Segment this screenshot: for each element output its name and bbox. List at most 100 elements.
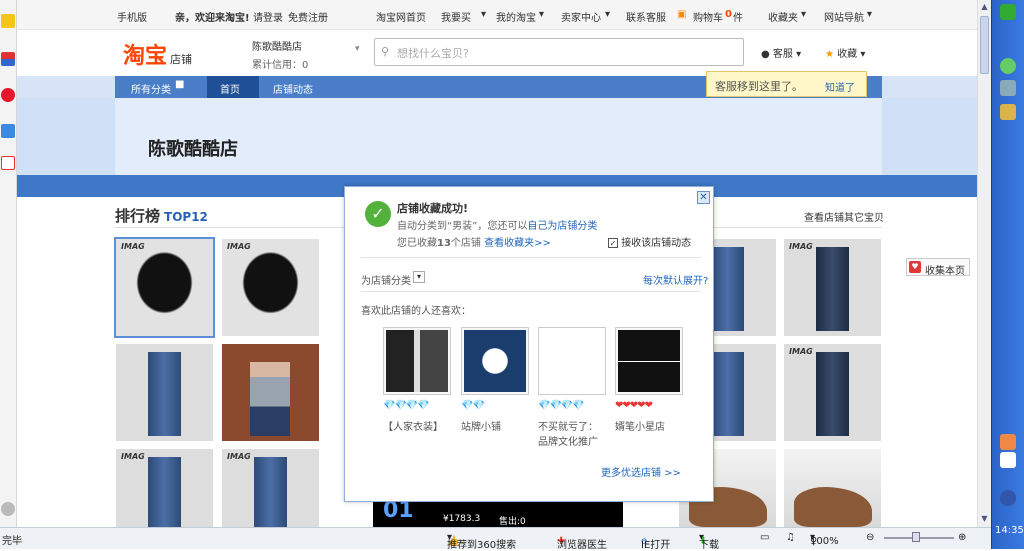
product-thumb[interactable]: IMAG — [222, 449, 319, 541]
product-thumb[interactable] — [116, 344, 213, 441]
chevron-down-icon[interactable]: ▾ — [355, 44, 360, 54]
tip-text: 客服移到这里了。 — [715, 80, 803, 93]
chevron-down-icon: ▾ — [605, 9, 611, 20]
weibo-icon[interactable] — [1, 88, 15, 102]
zoom-out-icon[interactable]: ⊖ — [866, 532, 874, 543]
suggested-shop-name[interactable]: 婿笔小星店 — [615, 418, 665, 433]
product-thumb[interactable]: IMAG — [222, 239, 319, 336]
tray-app-icon[interactable] — [1000, 104, 1016, 120]
login-link[interactable]: 请登录 — [253, 9, 283, 24]
view-other-items-link[interactable]: 查看店铺其它宝贝 — [804, 209, 884, 224]
more-shops-link[interactable]: 更多优选店铺 >> — [601, 464, 681, 479]
menu-square-icon: ■ — [175, 79, 185, 90]
settings-icon[interactable] — [1, 502, 15, 516]
zoom-control[interactable]: ⚲ 100% ▾ — [810, 532, 839, 547]
status-text: 完毕 — [2, 536, 22, 547]
checkbox-checked-icon: ✓ — [608, 238, 618, 248]
chevron-down-icon: ▾ — [867, 9, 873, 20]
favorite-count-line: 您已收藏13个店铺 查看收藏夹>> — [397, 238, 551, 249]
close-icon[interactable]: ✕ — [697, 191, 710, 204]
suggested-shop-name-2[interactable]: 品牌文化推广 — [538, 433, 598, 448]
register-link[interactable]: 免费注册 — [288, 9, 328, 24]
help-icon[interactable] — [1000, 452, 1016, 468]
zoom-in-icon[interactable]: ⊕ — [958, 532, 966, 543]
view-favorites-link[interactable]: 查看收藏夹>> — [484, 238, 551, 249]
star-icon[interactable] — [1, 14, 15, 28]
grid-icon[interactable] — [1, 52, 15, 66]
sold-count: 售出:0 — [499, 517, 526, 527]
add-app-icon[interactable] — [1, 124, 15, 138]
taobao-logo[interactable]: 淘宝 店铺 — [123, 38, 192, 70]
clock[interactable]: 14:35 — [995, 525, 1024, 536]
tip-dismiss-link[interactable]: 知道了 — [825, 79, 855, 94]
suggested-shop-name[interactable]: 【人家衣装】 — [383, 418, 443, 433]
scroll-down-icon[interactable]: ▼ — [980, 514, 989, 524]
buy-menu[interactable]: 我要买 — [441, 9, 471, 24]
cart-unit: 件 — [733, 13, 743, 24]
suggested-shop-thumb[interactable] — [615, 327, 683, 395]
recommend-360-button[interactable]: 👍 推荐到360搜索 ▾ — [447, 532, 516, 551]
custom-category-link[interactable]: 自己为店铺分类 — [527, 221, 597, 232]
subscribe-checkbox[interactable]: ✓ 接收该店铺动态 — [608, 234, 691, 249]
dialog-title: 店铺收藏成功! — [397, 202, 469, 215]
favorite-shop-button[interactable]: ★ 收藏 ▾ — [825, 45, 865, 60]
tray-app-icon[interactable] — [1000, 58, 1016, 74]
contact-link[interactable]: 联系客服 — [626, 9, 666, 24]
shop-rating: 💎💎 — [461, 400, 485, 411]
suggested-shop-thumb[interactable] — [538, 327, 606, 395]
nav-all-categories[interactable]: 所有分类 — [131, 81, 171, 96]
scroll-thumb[interactable] — [980, 16, 989, 74]
zoom-slider-handle[interactable] — [912, 532, 920, 542]
mail-icon[interactable] — [1, 156, 15, 170]
mobile-link[interactable]: 手机版 — [117, 9, 147, 24]
favorite-success-dialog: ✕ ✓ 店铺收藏成功! 自动分类到“男装”，您还可以自己为店铺分类 您已收藏13… — [344, 186, 714, 502]
heart-icon: ♥ — [909, 261, 921, 273]
welcome-text: 亲，欢迎来淘宝! — [175, 13, 250, 24]
tray-app-icon[interactable] — [1000, 490, 1016, 506]
category-dropdown[interactable]: ▾ — [413, 271, 425, 283]
nav-home-tab[interactable]: 首页 — [220, 81, 240, 96]
suggested-shop-thumb[interactable] — [461, 327, 529, 395]
price: ¥1783.3 — [443, 514, 481, 524]
product-thumb[interactable]: IMAG — [784, 344, 881, 441]
shop-rating: 💎💎💎💎 — [538, 400, 585, 411]
nav-news-tab[interactable]: 店铺动态 — [273, 81, 313, 96]
shop-rating: ❤❤❤❤❤ — [615, 400, 653, 411]
cart-count: 0 — [725, 9, 732, 20]
product-thumb[interactable]: IMAG — [116, 449, 213, 541]
scroll-up-icon[interactable]: ▲ — [980, 2, 989, 12]
seller-center-menu[interactable]: 卖家中心 — [561, 9, 601, 24]
my-taobao-menu[interactable]: 我的淘宝 — [496, 9, 536, 24]
also-like-label: 喜欢此店铺的人还喜欢： — [361, 306, 471, 317]
tray-app-icon[interactable] — [1000, 80, 1016, 96]
default-expand-link[interactable]: 每次默认展开? — [643, 272, 708, 287]
home-link[interactable]: 淘宝网首页 — [376, 9, 426, 24]
tray-app-icon[interactable] — [1000, 434, 1016, 450]
customer-service-button[interactable]: ● 客服 ▾ — [761, 45, 801, 60]
shop-rating: 💎💎💎💎 — [383, 400, 430, 411]
service-icon: ● — [761, 49, 770, 60]
product-thumb[interactable]: IMAG — [114, 237, 215, 338]
site-nav-menu[interactable]: 网站导航 — [824, 9, 864, 24]
product-thumb[interactable] — [784, 449, 881, 527]
shop-name[interactable]: 陈歌酷酷店 — [252, 38, 302, 53]
screen-icon[interactable]: ▭ — [760, 532, 769, 543]
search-icon: ⚲ — [381, 45, 390, 58]
search-placeholder: 想找什么宝贝? — [397, 47, 469, 60]
chevron-down-icon: ▾ — [801, 9, 807, 20]
suggested-shop-name[interactable]: 站牌小铺 — [461, 418, 501, 433]
collect-page-button[interactable]: ♥ 收集本页 — [906, 258, 970, 277]
windows-taskbar: 14:35 — [991, 0, 1024, 549]
speaker-icon[interactable]: ♫ — [786, 532, 795, 543]
cart-link[interactable]: 购物车 — [693, 9, 723, 24]
page-scrollbar[interactable]: ▲ ▼ — [977, 0, 991, 527]
download-button[interactable]: ⬇ 下载 ▾ — [699, 532, 719, 551]
product-thumb[interactable]: IMAG — [784, 239, 881, 336]
search-input[interactable]: ⚲ 想找什么宝贝? — [374, 38, 744, 66]
tray-app-icon[interactable] — [1000, 4, 1016, 20]
suggested-shop-thumb[interactable] — [383, 327, 451, 395]
service-tip: 客服移到这里了。 知道了 — [706, 71, 867, 97]
suggested-shop-name[interactable]: 不买就亏了： — [538, 418, 598, 433]
favorites-menu[interactable]: 收藏夹 — [768, 9, 798, 24]
product-thumb[interactable] — [222, 344, 319, 441]
